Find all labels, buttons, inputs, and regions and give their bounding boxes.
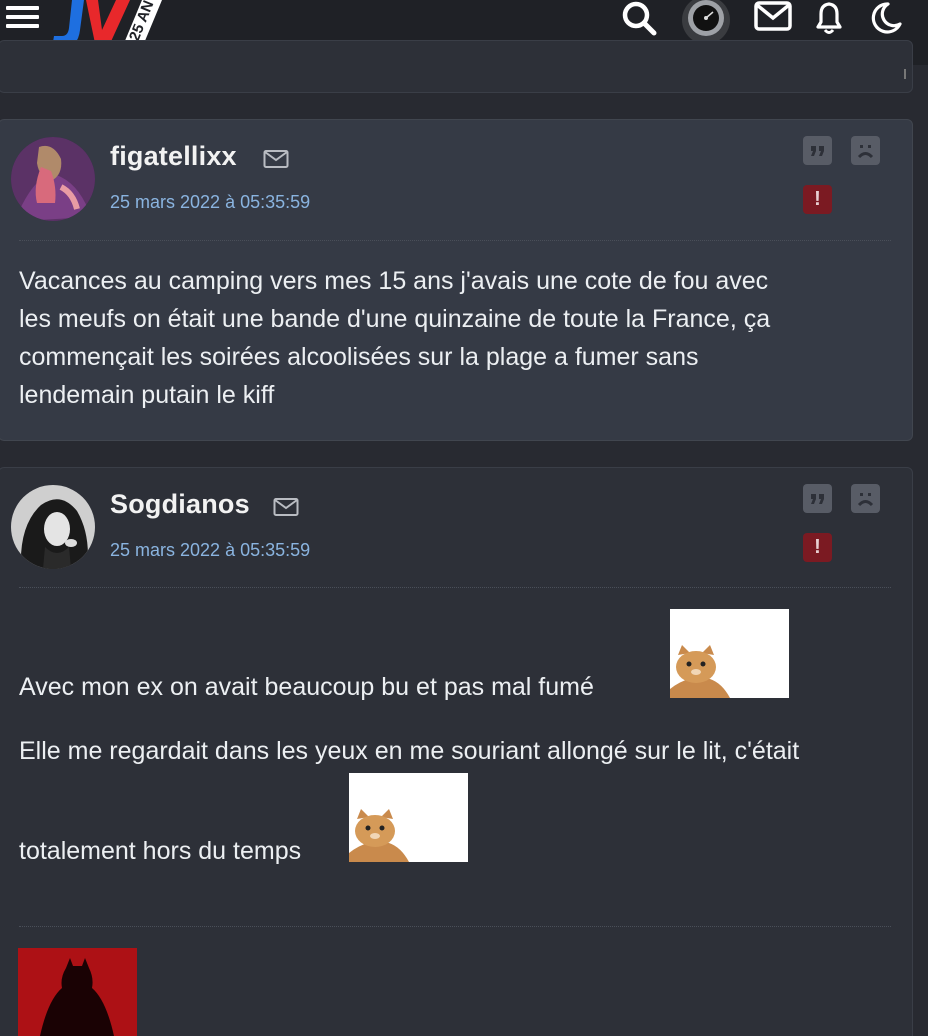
author-avatar[interactable] [11,137,95,221]
message-line: les meufs on était une bande d'une quinz… [19,305,771,333]
message-line: commençait les soirées alcoolisées sur l… [19,343,699,371]
author-name[interactable]: Sogdianos [110,489,250,520]
quote-button[interactable] [803,484,832,513]
sad-face-icon [857,493,874,507]
blacklist-button[interactable] [851,484,880,513]
signature-image[interactable] [18,948,137,1036]
signature-separator [19,926,891,927]
cat-sticker[interactable] [349,773,468,862]
quote-button[interactable] [803,136,832,165]
post-separator [19,240,891,241]
report-button[interactable]: ! [803,533,832,562]
message-line: Elle me regardait dans les yeux en me so… [19,737,800,765]
moon-icon[interactable] [866,0,904,36]
private-message-icon[interactable] [263,149,289,169]
post-separator [19,587,891,588]
message-line: lendemain putain le kiff [19,381,275,409]
cat-sticker[interactable] [670,609,789,698]
message-line: totalement hors du temps [19,837,302,865]
hamburger-menu-icon[interactable] [6,6,39,28]
private-message-icon[interactable] [273,497,299,517]
quote-icon [811,494,824,504]
post-date[interactable]: 25 mars 2022 à 05:35:59 [110,540,310,561]
bell-icon[interactable] [812,0,846,36]
quote-icon [811,146,824,156]
report-button[interactable]: ! [803,185,832,214]
previous-post-fragment [0,40,913,93]
scroll-handle [904,69,906,79]
post-date[interactable]: 25 mars 2022 à 05:35:59 [110,192,310,213]
search-icon[interactable] [620,0,660,36]
forum-post: figatellixx 25 mars 2022 à 05:35:59 ! Va… [0,119,913,441]
message-line: Avec mon ex on avait beaucoup bu et pas … [19,673,594,701]
blacklist-button[interactable] [851,136,880,165]
sad-face-icon [857,145,874,159]
author-avatar[interactable] [11,485,95,569]
author-name[interactable]: figatellixx [110,141,237,172]
message-line: Vacances au camping vers mes 15 ans j'av… [19,267,769,295]
mail-icon[interactable] [753,0,793,34]
